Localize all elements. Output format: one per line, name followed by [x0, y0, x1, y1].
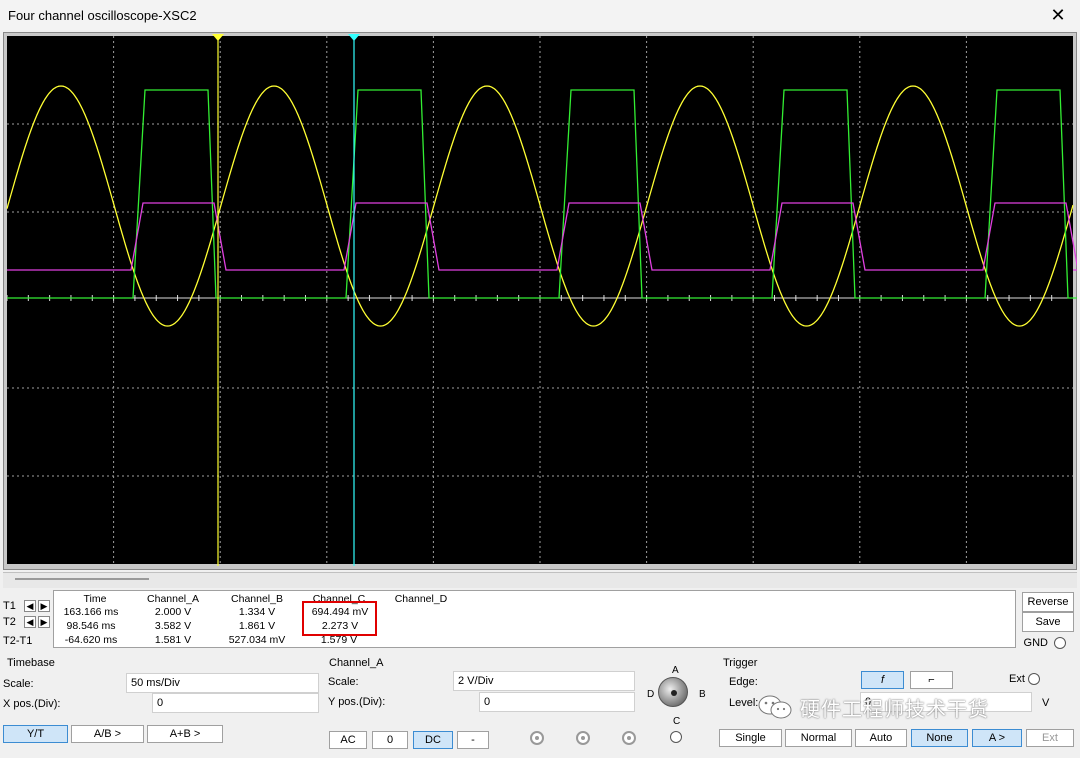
row-label-t2: T2 [3, 616, 16, 628]
zero-coupling-button[interactable]: 0 [372, 731, 408, 749]
gnd-label: GND [1023, 637, 1048, 649]
rising-edge-button[interactable]: f [861, 671, 904, 689]
timebase-scale-field[interactable]: 50 ms/Div [126, 673, 319, 693]
t1-left-arrow-icon[interactable]: ◀ [24, 600, 36, 612]
gnd-terminal[interactable] [1054, 637, 1066, 649]
diff-channel-b: 527.034 mV [228, 634, 286, 646]
header-channel-a: Channel_A [147, 593, 199, 605]
invert-button[interactable]: - [457, 731, 489, 749]
channel-scale-label: Scale: [328, 676, 359, 688]
scroll-thumb[interactable] [15, 578, 149, 580]
header-time: Time [83, 593, 107, 605]
ext-trigger-label: Ext [1009, 673, 1025, 685]
knob-indicator [671, 690, 677, 696]
single-trigger-button[interactable]: Single [719, 729, 782, 747]
knob-label-b: B [699, 689, 706, 700]
knob-label-d: D [647, 689, 655, 700]
diff-channel-a: 1.581 V [154, 634, 192, 646]
x-pos-label: X pos.(Div): [3, 698, 61, 710]
ext-trigger-source-button[interactable]: Ext [1026, 729, 1074, 747]
t2-left-arrow-icon[interactable]: ◀ [24, 616, 36, 628]
t2-channel-b: 1.861 V [238, 620, 276, 632]
t2-channel-a: 3.582 V [154, 620, 192, 632]
a-plus-b-mode-button[interactable]: A+B > [147, 725, 223, 743]
level-unit: V [1042, 697, 1050, 709]
normal-trigger-button[interactable]: Normal [785, 729, 852, 747]
x-pos-field[interactable]: 0 [152, 693, 319, 713]
wechat-icon [758, 695, 792, 719]
row-label-t1: T1 [3, 600, 16, 612]
t1-channel-a: 2.000 V [154, 606, 192, 618]
scope-screen[interactable] [3, 34, 1077, 566]
ab-mode-button[interactable]: A/B > [71, 725, 144, 743]
row-label-t2-t1: T2-T1 [3, 635, 33, 647]
t1-time: 163.166 ms [63, 606, 119, 618]
auto-trigger-button[interactable]: Auto [855, 729, 907, 747]
trigger-group-label: Trigger [723, 657, 758, 669]
channel-d-terminal[interactable] [670, 731, 682, 743]
none-trigger-button[interactable]: None [911, 729, 968, 747]
a-trigger-source-button[interactable]: A > [972, 729, 1022, 747]
y-pos-label: Y pos.(Div): [328, 696, 386, 708]
dc-coupling-button[interactable]: DC [413, 731, 453, 749]
reverse-button[interactable]: Reverse [1022, 592, 1074, 612]
header-channel-b: Channel_B [231, 593, 283, 605]
level-label: Level: [729, 697, 759, 709]
cursor-readout-table: Time Channel_A Channel_B Channel_C Chann… [53, 590, 1016, 648]
timebase-group-label: Timebase [7, 657, 55, 669]
knob-label-a: A [672, 665, 679, 676]
channel-scale-field[interactable]: 2 V/Div [453, 671, 635, 691]
watermark-text: 硬件工程师技术干货 [800, 699, 989, 721]
channel-a-terminal[interactable] [530, 731, 544, 745]
channel-selector-knob[interactable] [658, 677, 688, 707]
title-bar: Four channel oscilloscope-XSC2 ✕ [0, 0, 1080, 30]
knob-label-c: C [673, 716, 681, 727]
t1-channel-b: 1.334 V [238, 606, 276, 618]
save-button[interactable]: Save [1022, 612, 1074, 632]
t2-time: 98.546 ms [66, 620, 116, 632]
channel-group-label: Channel_A [329, 657, 384, 669]
horizontal-scrollbar[interactable] [3, 572, 1077, 588]
falling-edge-button[interactable]: ⌐ [910, 671, 953, 689]
t2-right-arrow-icon[interactable]: ▶ [38, 616, 50, 628]
edge-label: Edge: [729, 676, 758, 688]
y-pos-field[interactable]: 0 [479, 692, 635, 712]
close-icon[interactable]: ✕ [1036, 0, 1080, 30]
timebase-scale-label: Scale: [3, 678, 34, 690]
channel-b-terminal[interactable] [576, 731, 590, 745]
t1-right-arrow-icon[interactable]: ▶ [38, 600, 50, 612]
yt-mode-button[interactable]: Y/T [3, 725, 68, 743]
channel-c-terminal[interactable] [622, 731, 636, 745]
window-title: Four channel oscilloscope-XSC2 [8, 8, 197, 23]
header-channel-d: Channel_D [394, 593, 448, 605]
diff-time: -64.620 ms [64, 634, 118, 646]
ac-coupling-button[interactable]: AC [329, 731, 367, 749]
ext-trigger-terminal[interactable] [1028, 673, 1040, 685]
red-highlight-box [302, 601, 377, 636]
